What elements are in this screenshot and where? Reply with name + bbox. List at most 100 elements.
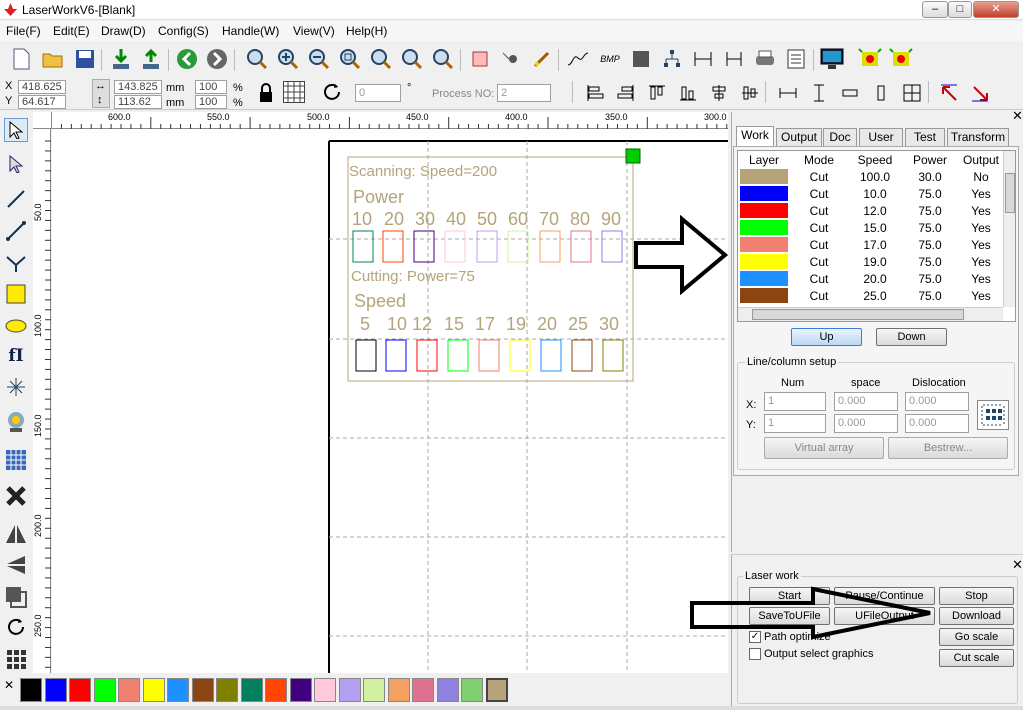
layer-output[interactable]: Yes [958,202,1004,219]
layer-row[interactable]: Cut 10.0 75.0 Yes [738,185,1004,202]
minimize-button[interactable]: – [922,1,948,18]
zoom-selected-icon[interactable] [399,46,425,72]
tab-output[interactable]: Output [776,128,822,146]
layer-color[interactable] [740,288,788,303]
power-test-rect[interactable] [570,230,592,263]
layer-row[interactable]: Cut 19.0 75.0 Yes [738,253,1004,270]
layer-power[interactable]: 30.0 [902,168,958,185]
layer-mode[interactable]: Cut [790,219,848,236]
layer-mode[interactable]: Cut [790,287,848,304]
layer-speed[interactable]: 17.0 [848,236,902,253]
array-tool-icon[interactable] [4,448,28,472]
laser-origin-icon[interactable] [888,46,914,72]
menu-help[interactable]: Help(H) [346,24,387,38]
col-mode[interactable]: Mode [790,151,848,168]
y-dislocation-field[interactable]: 0.000 [905,414,969,433]
speed-test-rect[interactable] [355,339,377,372]
layer-row[interactable]: Cut 12.0 75.0 Yes [738,202,1004,219]
power-test-rect[interactable] [352,230,374,263]
palette-swatch[interactable] [216,678,238,702]
layer-color-swatch[interactable] [738,202,790,219]
bestrew-button[interactable]: Bestrew... [888,437,1008,459]
arrow-up-left-icon[interactable] [936,80,962,106]
document-list-icon[interactable] [783,46,809,72]
layer-mode[interactable]: Cut [790,270,848,287]
pen-tool-icon[interactable] [529,46,555,72]
layer-row[interactable]: Cut 20.0 75.0 Yes [738,270,1004,287]
tree-icon[interactable] [659,46,685,72]
palette-swatch[interactable] [118,678,140,702]
same-height-icon[interactable] [806,80,832,106]
camera-icon[interactable] [4,410,28,434]
print-icon[interactable] [752,46,778,72]
rotation-field[interactable]: 0 [355,84,401,102]
power-test-rect[interactable] [382,230,404,263]
maximize-button[interactable]: □ [948,1,972,18]
height-field[interactable]: 113.62 [114,95,162,109]
layer-output[interactable]: Yes [958,185,1004,202]
col-power[interactable]: Power [902,151,958,168]
palette-swatch[interactable] [338,678,361,702]
layer-speed[interactable]: 12.0 [848,202,902,219]
new-file-icon[interactable] [8,46,34,72]
layer-color[interactable] [740,271,788,286]
layer-color[interactable] [740,203,788,218]
palette-swatch[interactable] [265,678,287,702]
speed-test-rect[interactable] [571,339,593,372]
curve-smooth-icon[interactable] [565,46,591,72]
layer-color-swatch[interactable] [738,168,790,185]
palette-swatch[interactable] [289,678,312,702]
layer-color[interactable] [740,237,788,252]
palette-swatch[interactable] [69,678,91,702]
download-button[interactable]: Download [939,607,1014,625]
align-bottom-icon[interactable] [675,80,701,106]
speed-test-rect[interactable] [540,339,562,372]
layer-row[interactable]: Cut 15.0 75.0 Yes [738,219,1004,236]
power-test-rect[interactable] [476,230,498,263]
power-test-rect[interactable] [413,230,435,263]
open-folder-icon[interactable] [40,46,66,72]
tab-doc[interactable]: Doc [823,128,857,146]
layer-mode[interactable]: Cut [790,168,848,185]
layer-speed[interactable]: 10.0 [848,185,902,202]
palette-swatch[interactable] [461,678,483,702]
go-scale-button[interactable]: Go scale [939,628,1014,646]
anchor-grid-icon[interactable] [283,81,305,103]
width-field[interactable]: 143.825 [114,80,162,94]
col-speed[interactable]: Speed [848,151,902,168]
close-window-button[interactable]: ✕ [973,1,1019,18]
array-layout-icon[interactable] [977,400,1009,430]
distance-icon[interactable] [721,46,747,72]
monitor-icon[interactable] [819,46,845,72]
curve-tool-icon[interactable] [4,251,28,275]
zoom-all-icon[interactable] [368,46,394,72]
menu-draw[interactable]: Draw(D) [101,24,146,38]
power-test-rect[interactable] [444,230,466,263]
layer-power[interactable]: 75.0 [902,219,958,236]
menu-file[interactable]: File(F) [6,24,41,38]
layer-color-swatch[interactable] [738,287,790,304]
layer-vscrollbar[interactable] [1003,151,1015,307]
layer-output[interactable]: Yes [958,236,1004,253]
layer-mode[interactable]: Cut [790,185,848,202]
palette-swatch[interactable] [93,678,116,702]
layer-power[interactable]: 75.0 [902,236,958,253]
zoom-in-icon[interactable] [275,46,301,72]
x-position-field[interactable]: 418.625 [18,80,66,94]
align-hcenter-icon[interactable] [737,80,763,106]
node-tool-icon[interactable] [4,152,28,176]
close-panel-icon[interactable]: ✕ [1012,108,1023,124]
speed-test-rect[interactable] [385,339,407,372]
rotate-tool-icon[interactable] [4,615,28,639]
ellipse-tool-icon[interactable] [4,314,28,338]
x-space-field[interactable]: 0.000 [834,392,898,411]
y-num-field[interactable]: 1 [764,414,826,433]
rectangle-tool-icon[interactable] [4,282,28,306]
power-test-rect[interactable] [601,230,623,263]
menu-view[interactable]: View(V) [293,24,335,38]
palette-swatch[interactable] [363,678,385,702]
select-tool-icon[interactable] [4,118,28,142]
text-tool-icon[interactable]: fI [4,344,28,368]
palette-swatch[interactable] [240,678,263,702]
speed-test-rect[interactable] [447,339,469,372]
